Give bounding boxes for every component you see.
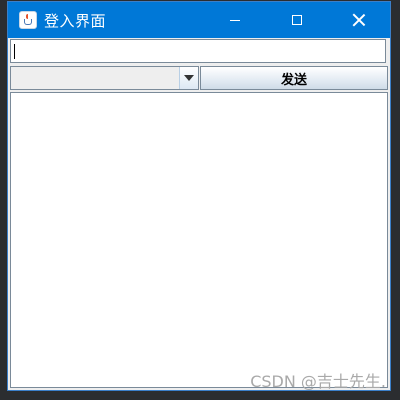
send-button[interactable]: 发送 — [200, 66, 388, 90]
watermark: CSDN @吉士先生. — [250, 372, 386, 391]
window-controls — [204, 2, 390, 38]
app-window: 登入界面 发送 — [7, 1, 391, 391]
desktop: 登入界面 发送 CSDN @吉士先生. — [0, 0, 400, 400]
send-button-label: 发送 — [280, 72, 307, 88]
close-icon — [352, 13, 366, 27]
title-bar[interactable]: 登入界面 — [8, 2, 390, 38]
java-app-icon — [19, 11, 37, 29]
minimize-icon — [230, 19, 240, 21]
recipient-combo[interactable] — [10, 66, 199, 90]
minimize-button[interactable] — [204, 2, 266, 38]
text-caret — [14, 44, 15, 59]
close-button[interactable] — [328, 2, 390, 38]
maximize-button[interactable] — [266, 2, 328, 38]
maximize-icon — [292, 15, 302, 25]
content-pane: 发送 — [8, 38, 390, 390]
window-title: 登入界面 — [44, 11, 107, 30]
chevron-down-icon — [184, 75, 194, 81]
message-input[interactable] — [10, 39, 386, 63]
combo-dropdown-button[interactable] — [179, 67, 198, 89]
message-display-area[interactable] — [10, 92, 388, 388]
